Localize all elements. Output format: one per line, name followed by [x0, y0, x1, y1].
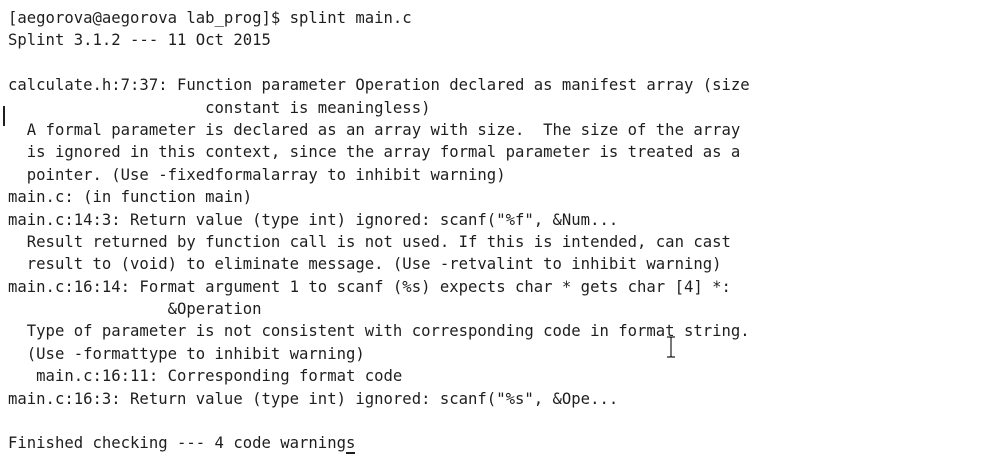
- terminal-line-detail: result to (void) to eliminate message. (…: [8, 255, 722, 274]
- ibeam-cursor-icon: [667, 336, 675, 358]
- terminal-line-warning-cont: &Operation: [8, 300, 262, 319]
- terminal-line-detail: (Use -formattype to inhibit warning): [8, 344, 365, 363]
- text-cursor: [345, 451, 356, 454]
- terminal-line-warning: main.c:16:14: Format argument 1 to scanf…: [8, 277, 731, 296]
- terminal-line-detail: is ignored in this context, since the ar…: [8, 143, 741, 162]
- terminal-line-summary: Finished checking --- 4 code warnings: [8, 432, 989, 454]
- terminal-line-version: Splint 3.1.2 --- 11 Oct 2015: [8, 31, 271, 50]
- terminal-line-detail: Result returned by function call is not …: [8, 232, 731, 251]
- terminal-line-detail: pointer. (Use -fixedformalarray to inhib…: [8, 165, 506, 184]
- terminal-line-warning: calculate.h:7:37: Function parameter Ope…: [8, 76, 750, 95]
- left-edge-mark: [3, 106, 5, 126]
- terminal-line-detail: Type of parameter is not consistent with…: [8, 322, 750, 341]
- terminal-line-warning: main.c:16:3: Return value (type int) ign…: [8, 389, 619, 408]
- terminal-line-prompt: [aegorova@aegorova lab_prog]$ splint mai…: [8, 9, 412, 27]
- terminal-line-detail: A formal parameter is declared as an arr…: [8, 120, 741, 139]
- terminal-window[interactable]: [aegorova@aegorova lab_prog]$ splint mai…: [0, 0, 989, 457]
- terminal-line-warning-cont: constant is meaningless): [8, 98, 431, 117]
- terminal-line-reference: main.c:16:11: Corresponding format code: [8, 367, 403, 386]
- summary-text: Finished checking --- 4 code warnings: [8, 434, 356, 453]
- terminal-line-warning: main.c:14:3: Return value (type int) ign…: [8, 210, 619, 229]
- terminal-line-context: main.c: (in function main): [8, 188, 253, 207]
